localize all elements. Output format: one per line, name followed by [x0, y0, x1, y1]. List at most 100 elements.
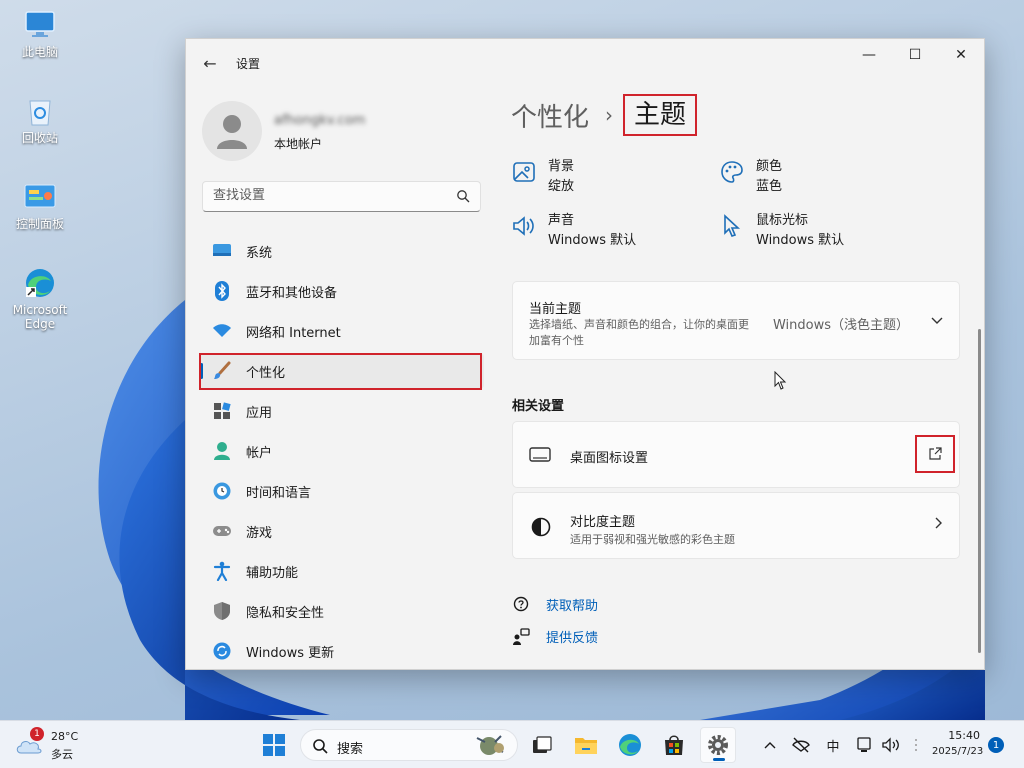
quick-value: 绽放	[548, 179, 575, 194]
gamepad-icon	[212, 521, 232, 541]
taskbar-search-label: 搜索	[337, 742, 364, 757]
gear-icon	[708, 735, 728, 755]
sidebar-item-label: 网络和 Internet	[246, 325, 341, 341]
mouse-cursor-setting[interactable]: 鼠标光标 Windows 默认	[719, 209, 919, 249]
sidebar-item-system[interactable]: 系统	[200, 233, 484, 269]
globe-clock-icon	[212, 481, 232, 501]
contrast-icon	[531, 517, 551, 537]
windows-logo-icon	[263, 734, 285, 756]
tablet-mode-button[interactable]	[854, 735, 874, 755]
sidebar-item-label: 应用	[246, 405, 273, 421]
minimize-icon: —	[862, 47, 876, 63]
user-profile[interactable]: afhongkv.com 本地帐户	[202, 101, 482, 161]
sidebar-item-time-language[interactable]: 时间和语言	[200, 473, 484, 509]
image-icon	[511, 159, 537, 185]
speaker-icon	[511, 213, 537, 239]
quick-value: 蓝色	[756, 179, 783, 194]
start-button[interactable]	[256, 727, 292, 763]
desktop-icon-label: 此电脑	[21, 45, 58, 59]
sidebar-item-label: 辅助功能	[246, 565, 299, 581]
profile-account-type: 本地帐户	[274, 137, 323, 151]
edge-icon	[619, 734, 641, 756]
apps-icon	[212, 401, 232, 421]
settings-taskbar-button[interactable]	[700, 727, 736, 763]
app-title: 设置	[236, 57, 261, 71]
taskbar-search[interactable]: 搜索	[300, 729, 518, 761]
search-icon	[313, 739, 328, 754]
sidebar-item-label: Windows 更新	[246, 645, 335, 661]
cursor-icon	[719, 213, 745, 239]
current-theme-card[interactable]: 当前主题 选择墙纸、声音和颜色的组合，让你的桌面更加富有个性 Windows（浅…	[512, 281, 960, 360]
edge-taskbar-button[interactable]	[612, 727, 648, 763]
minimize-button[interactable]: —	[846, 39, 892, 71]
search-input[interactable]	[213, 188, 443, 203]
sidebar-item-apps[interactable]: 应用	[200, 393, 484, 429]
settings-search[interactable]	[202, 181, 481, 212]
sidebar-item-personalization[interactable]: 个性化	[200, 353, 484, 389]
sidebar-item-label: 帐户	[246, 445, 273, 461]
back-button[interactable]: ←	[200, 53, 220, 73]
grip-icon	[915, 739, 917, 751]
title-bar: ← 设置 — ☐ ✕	[186, 39, 984, 85]
desktop-icon-label: 控制面板	[15, 217, 64, 231]
background-setting[interactable]: 背景 绽放	[511, 155, 711, 195]
sidebar-item-privacy[interactable]: 隐私和安全性	[200, 593, 484, 629]
sidebar-item-network[interactable]: 网络和 Internet	[200, 313, 484, 349]
give-feedback-link[interactable]: 提供反馈	[512, 627, 598, 646]
maximize-button[interactable]: ☐	[892, 39, 938, 71]
task-view-button[interactable]	[524, 727, 560, 763]
back-arrow-icon: ←	[203, 53, 217, 73]
sidebar-item-accounts[interactable]: 帐户	[200, 433, 484, 469]
sidebar-item-label: 游戏	[246, 525, 273, 541]
desktop-icon-edge[interactable]: Microsoft Edge	[8, 266, 72, 331]
open-external-button[interactable]	[915, 435, 955, 473]
desktop-icon-recycle-bin[interactable]: 回收站	[8, 94, 72, 145]
sound-setting[interactable]: 声音 Windows 默认	[511, 209, 711, 249]
contrast-themes-card[interactable]: 对比度主题 适用于弱视和强光敏感的彩色主题	[512, 492, 960, 559]
sidebar-nav: 系统 蓝牙和其他设备 网络和 Internet 个性化 应用 帐户 时间和语言	[200, 233, 484, 669]
chevron-right-icon	[935, 517, 943, 533]
chevron-down-icon[interactable]	[931, 314, 943, 328]
close-button[interactable]: ✕	[938, 39, 984, 71]
network-status-button[interactable]	[790, 735, 812, 755]
desktop-icon-settings-card[interactable]: 桌面图标设置	[512, 421, 960, 488]
desktop-icon-control-panel[interactable]: 控制面板	[8, 180, 72, 231]
breadcrumb: 个性化 › 主题	[511, 94, 698, 136]
taskbar: 1 28°C 多云 搜索 中 15:40 2025/7/23 1	[0, 720, 1024, 768]
mouse-pointer-icon	[774, 371, 787, 390]
sidebar-item-gaming[interactable]: 游戏	[200, 513, 484, 549]
help-icon	[513, 596, 529, 611]
desktop-icon-this-pc[interactable]: 此电脑	[8, 8, 72, 59]
sidebar-item-windows-update[interactable]: Windows 更新	[200, 633, 484, 669]
weather-widget[interactable]: 1 28°C 多云	[14, 727, 94, 763]
palette-icon	[719, 159, 745, 185]
folder-icon	[575, 738, 597, 754]
volume-button[interactable]	[880, 735, 902, 755]
notification-badge[interactable]: 1	[988, 737, 1004, 753]
breadcrumb-parent[interactable]: 个性化	[511, 97, 589, 134]
color-setting[interactable]: 颜色 蓝色	[719, 155, 919, 195]
feedback-icon	[513, 627, 530, 645]
file-explorer-button[interactable]	[568, 727, 604, 763]
network-disconnected-icon	[792, 737, 810, 753]
quick-value: Windows 默认	[756, 233, 845, 248]
scrollbar[interactable]	[978, 329, 981, 653]
store-button[interactable]	[656, 727, 692, 763]
show-hidden-icons-button[interactable]	[762, 735, 778, 755]
current-theme-title: 当前主题	[529, 302, 582, 317]
bluetooth-icon	[212, 281, 232, 301]
sidebar-item-accessibility[interactable]: 辅助功能	[200, 553, 484, 589]
clock-date[interactable]: 2025/7/23	[932, 746, 983, 757]
get-help-link[interactable]: 获取帮助	[512, 595, 598, 614]
sidebar-item-label: 时间和语言	[246, 485, 312, 501]
settings-window: ← 设置 — ☐ ✕ afhongkv.com 本地帐户 系统 蓝牙和其他设备 …	[185, 38, 985, 670]
weather-badge: 1	[30, 727, 44, 741]
contrast-themes-label: 对比度主题	[570, 515, 636, 530]
clock-time[interactable]: 15:40	[944, 729, 980, 742]
sidebar-item-bluetooth[interactable]: 蓝牙和其他设备	[200, 273, 484, 309]
monitor-icon	[212, 241, 232, 261]
avatar	[202, 101, 262, 161]
input-method-button[interactable]: 中	[822, 735, 844, 755]
quick-title: 颜色	[756, 159, 783, 174]
sidebar-item-label: 蓝牙和其他设备	[246, 285, 338, 301]
